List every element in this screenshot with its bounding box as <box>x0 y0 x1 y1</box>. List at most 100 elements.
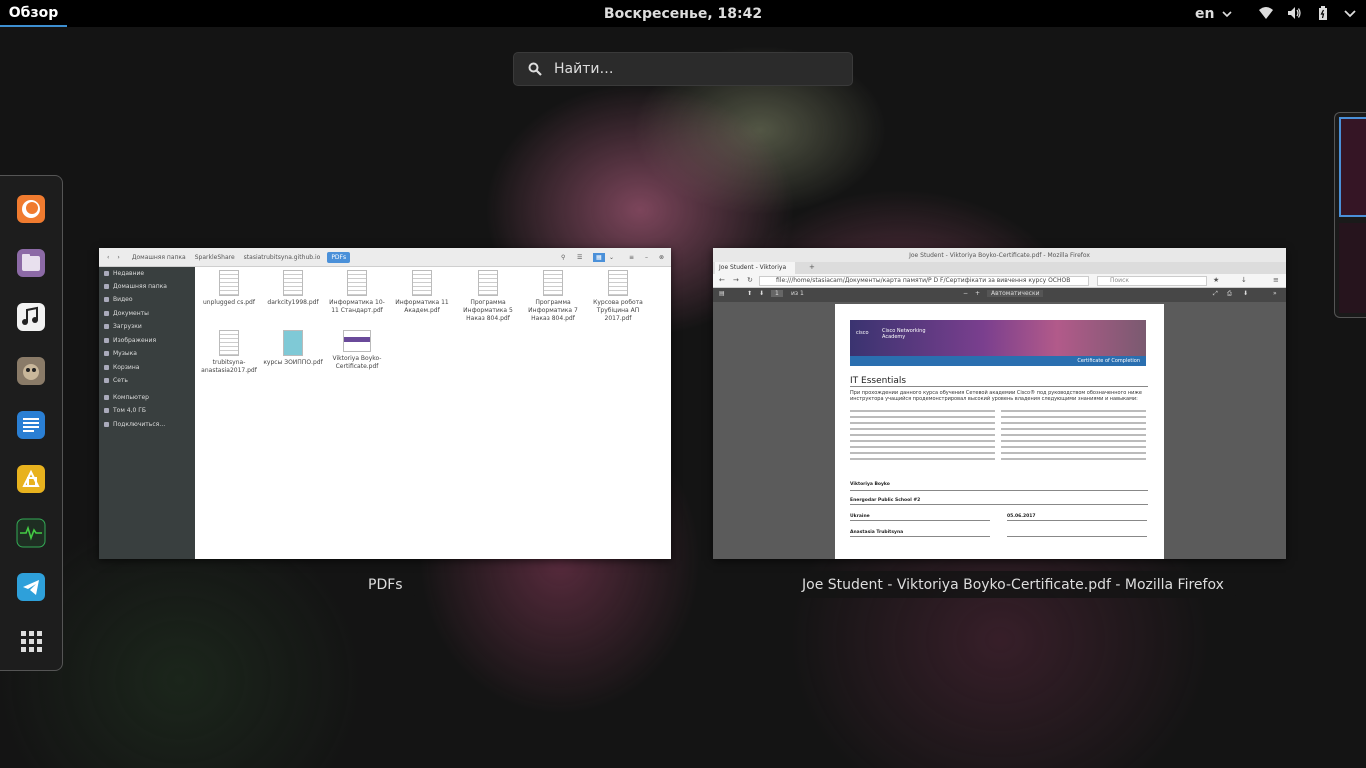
page-number-input[interactable]: 1 <box>771 290 783 297</box>
file-item[interactable]: darkcity1998.pdf <box>263 270 323 307</box>
previous-page-icon[interactable]: ⬆ <box>747 290 752 297</box>
file-item[interactable]: trubitsyna-anastasia2017.pdf <box>199 330 259 375</box>
sidebar-item-music[interactable]: Музыка <box>104 350 137 357</box>
next-page-icon[interactable]: ⬇ <box>759 290 764 297</box>
zoom-out-icon[interactable]: − <box>963 290 968 297</box>
divider <box>850 386 1148 387</box>
music-icon[interactable] <box>14 300 48 334</box>
divider <box>850 490 1148 491</box>
menu-icon[interactable]: ≡ <box>629 254 634 261</box>
save-icon[interactable]: ⬇ <box>1243 290 1248 297</box>
menu-icon[interactable]: ≡ <box>1273 276 1279 284</box>
new-tab-icon[interactable]: + <box>809 263 815 271</box>
firefox-window-preview[interactable]: Joe Student - Viktoriya Boyko-Certificat… <box>713 248 1286 559</box>
sidebar-item-connect[interactable]: Подключиться… <box>104 421 165 428</box>
list-view-icon[interactable]: ☰ <box>577 254 582 261</box>
gimp-icon[interactable] <box>14 354 48 388</box>
forward-icon[interactable]: › <box>117 254 119 261</box>
files-window-preview[interactable]: ‹ › Домашняя папка SparkleShare stasiatr… <box>99 248 671 559</box>
battery-icon[interactable] <box>1315 5 1331 21</box>
print-icon[interactable]: ⎙ <box>1227 290 1232 298</box>
zoom-select[interactable]: Автоматически <box>987 290 1044 297</box>
search-icon[interactable]: ⚲ <box>561 254 565 261</box>
firefox-window-caption[interactable]: Joe Student - Viktoriya Boyko-Certificat… <box>790 571 1236 598</box>
pdf-file-icon <box>219 330 239 356</box>
search-field[interactable]: Поиск <box>1097 276 1207 286</box>
grid-view-icon[interactable]: ▦ <box>593 252 605 262</box>
sidebar-item-volume[interactable]: Том 4,0 ГБ <box>104 407 146 414</box>
sidebar-item-network[interactable]: Сеть <box>104 377 128 384</box>
file-item[interactable]: Курсова робота Трубіцина АП 2017.pdf <box>588 270 648 323</box>
school-name: Energodar Public School #2 <box>850 498 921 503</box>
file-item[interactable]: Программа Информатика 5 Наказ 804.pdf <box>458 270 518 323</box>
breadcrumb-home[interactable]: Домашняя папка <box>130 252 188 263</box>
file-item[interactable]: Программа Информатика 7 Наказ 804.pdf <box>523 270 583 323</box>
forward-icon[interactable]: → <box>733 276 739 284</box>
firefox-tab[interactable]: Joe Student - Viktoriya <box>715 262 795 274</box>
search-entry[interactable] <box>513 52 853 86</box>
org-name: Cisco Networking Academy <box>882 328 926 340</box>
pictures-icon <box>104 338 109 343</box>
minimize-icon[interactable]: – <box>645 254 648 261</box>
workspace-thumbnail-current[interactable] <box>1339 117 1366 217</box>
sidebar-item-computer[interactable]: Компьютер <box>104 394 149 401</box>
text-editor-icon[interactable] <box>14 408 48 442</box>
pdf-file-icon <box>608 270 628 296</box>
reload-icon[interactable]: ↻ <box>747 276 753 284</box>
sidebar-item-recent[interactable]: Недавние <box>104 270 144 277</box>
language-selector[interactable]: en <box>1195 0 1233 27</box>
zoom-in-icon[interactable]: + <box>975 290 980 297</box>
downloads-icon <box>104 324 109 329</box>
back-icon[interactable]: ‹ <box>107 254 109 261</box>
download-icon[interactable]: ↓ <box>1241 276 1247 284</box>
drive-icon <box>104 408 109 413</box>
breadcrumb-pdfs[interactable]: PDFs <box>327 251 351 263</box>
search-input[interactable] <box>554 61 834 77</box>
chevron-down-icon[interactable]: ⌄ <box>609 254 614 261</box>
sketch-icon[interactable] <box>14 462 48 496</box>
file-item[interactable]: Viktoriya Boyko-Certificate.pdf <box>327 330 387 371</box>
clock[interactable]: Воскресенье, 18:42 <box>533 0 833 27</box>
sidebar-item-documents[interactable]: Документы <box>104 310 149 317</box>
divider <box>850 520 990 521</box>
url-bar[interactable]: file:///home/stasiacam/Документы/карта п… <box>759 276 1089 286</box>
sidebar-item-downloads[interactable]: Загрузки <box>104 323 142 330</box>
divider <box>1007 520 1147 521</box>
sidebar-item-home[interactable]: Домашняя папка <box>104 283 167 290</box>
documents-icon <box>104 311 109 316</box>
file-item[interactable]: Информатика 10-11 Стандарт.pdf <box>327 270 387 315</box>
files-icon[interactable] <box>14 246 48 280</box>
video-icon <box>104 297 109 302</box>
fullscreen-icon[interactable]: ⤢ <box>1213 290 1218 298</box>
bookmark-icon[interactable]: ★ <box>1213 276 1219 284</box>
sidebar-item-video[interactable]: Видео <box>104 296 133 303</box>
file-item[interactable]: Информатика 11 Академ.pdf <box>392 270 452 315</box>
system-monitor-icon[interactable] <box>14 516 48 550</box>
system-menu-chevron-icon[interactable] <box>1342 5 1358 21</box>
file-item[interactable]: unplugged cs.pdf <box>199 270 259 307</box>
sidebar-toggle-icon[interactable]: ▤ <box>719 290 725 297</box>
show-apps-icon[interactable] <box>14 624 48 658</box>
files-window-caption[interactable]: PDFs <box>356 571 415 598</box>
breadcrumb-github[interactable]: stasiatrubitsyna.github.io <box>242 252 323 263</box>
sidebar-item-pictures[interactable]: Изображения <box>104 337 156 344</box>
sidebar-item-trash[interactable]: Корзина <box>104 364 139 371</box>
close-icon[interactable]: ⊗ <box>659 254 664 261</box>
files-sidebar: Недавние Домашняя папка Видео Документы … <box>99 267 195 559</box>
chevron-down-icon <box>1222 10 1233 17</box>
pdf-file-icon <box>219 270 239 296</box>
search-icon <box>528 62 542 76</box>
workspace-switcher[interactable] <box>1334 112 1366 318</box>
wifi-icon[interactable] <box>1258 5 1274 21</box>
firefox-icon[interactable] <box>14 192 48 226</box>
breadcrumb-sparkleshare[interactable]: SparkleShare <box>193 252 237 263</box>
back-icon[interactable]: ← <box>719 276 725 284</box>
tools-icon[interactable]: » <box>1273 290 1277 297</box>
pdf-toolbar: ▤ ⬆ ⬇ 1 из 1 − + Автоматически ⤢ ⎙ ⬇ » <box>713 288 1286 302</box>
workspace-thumbnail-next[interactable] <box>1339 223 1366 313</box>
telegram-icon[interactable] <box>14 570 48 604</box>
activities-button[interactable]: Обзор <box>0 0 67 27</box>
volume-icon[interactable] <box>1286 5 1302 21</box>
file-item[interactable]: курсы ЗОИППО.pdf <box>263 330 323 367</box>
divider <box>850 504 1148 505</box>
